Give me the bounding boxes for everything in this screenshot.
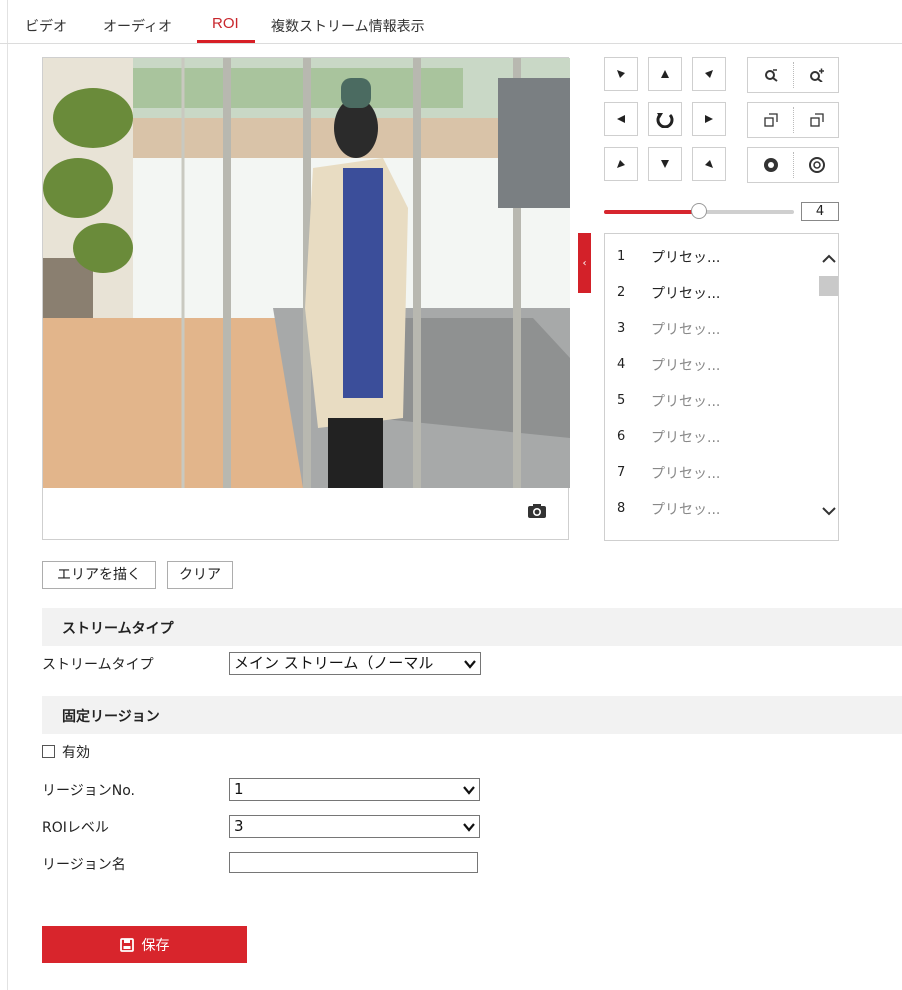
region-no-label: リージョンNo. [42, 783, 135, 799]
preset-item[interactable]: 7 プリセッ... [605, 454, 820, 490]
preset-number: 7 [617, 465, 626, 480]
roi-level-label: ROIレベル [42, 820, 109, 836]
chevron-up-icon[interactable] [822, 254, 836, 264]
section-title: 固定リージョン [62, 709, 160, 725]
region-name-input[interactable] [229, 852, 478, 873]
zoom-group [747, 57, 839, 93]
tab-multi-stream-info[interactable]: 複数ストリーム情報表示 [271, 16, 425, 36]
arrow-up-icon[interactable] [648, 57, 682, 91]
region-no-value: 1 [234, 780, 244, 798]
section-title: ストリームタイプ [62, 621, 174, 637]
clear-button[interactable]: クリア [167, 561, 233, 589]
arrow-down-left-icon[interactable] [604, 147, 638, 181]
ptz-speed-handle[interactable] [691, 203, 707, 219]
preset-list: 1 プリセッ... 2 プリセッ... 3 プリセッ... 4 プリセッ... 5 プリセ… [604, 233, 839, 541]
enable-label: 有効 [62, 745, 90, 761]
preset-item[interactable]: 6 プリセッ... [605, 418, 820, 454]
chevron-down-icon [463, 786, 475, 795]
stream-type-select[interactable]: メイン ストリーム（ノーマル [229, 652, 481, 675]
ptz-speed-value: 4 [801, 202, 839, 221]
arrow-up-left-icon[interactable] [604, 57, 638, 91]
tab-roi[interactable]: ROI [212, 15, 239, 32]
ptz-speed-slider[interactable] [604, 203, 794, 219]
preset-number: 2 [617, 285, 626, 300]
iris-close-icon[interactable] [748, 148, 793, 182]
preset-scrollbar[interactable] [819, 234, 838, 540]
region-no-select[interactable]: 1 [229, 778, 480, 801]
save-button[interactable]: 保存 [42, 926, 247, 963]
preset-number: 6 [617, 429, 626, 444]
preset-item[interactable]: 4 プリセッ... [605, 346, 820, 382]
iris-group [747, 147, 839, 183]
auto-rotate-icon[interactable] [648, 102, 682, 136]
chevron-down-icon[interactable] [822, 506, 836, 516]
preset-name: プリセッ... [651, 250, 721, 266]
tab-bar: ビデオ オーディオ ROI 複数ストリーム情報表示 [0, 0, 902, 44]
arrow-right-icon[interactable] [692, 102, 726, 136]
arrow-down-right-icon[interactable] [692, 147, 726, 181]
preset-number: 3 [617, 321, 626, 336]
preset-item[interactable]: 5 プリセッ... [605, 382, 820, 418]
camera-image [43, 58, 570, 488]
roi-level-select[interactable]: 3 [229, 815, 480, 838]
preset-item[interactable]: 3 プリセッ... [605, 310, 820, 346]
preset-panel-toggle[interactable]: ‹ [578, 233, 591, 293]
region-name-label: リージョン名 [42, 857, 126, 873]
preset-number: 8 [617, 501, 626, 516]
preset-name: プリセッ... [651, 286, 721, 302]
preset-name: プリセッ... [651, 502, 721, 518]
active-tab-indicator [197, 40, 255, 43]
roi-level-value: 3 [234, 817, 244, 835]
preset-name: プリセッ... [651, 322, 721, 338]
left-border [7, 0, 8, 990]
chevron-down-icon [463, 823, 475, 832]
iris-open-icon[interactable] [794, 148, 839, 182]
focus-near-icon[interactable] [748, 103, 793, 137]
preset-name: プリセッ... [651, 358, 721, 374]
preset-number: 1 [617, 249, 626, 264]
focus-group [747, 102, 839, 138]
focus-far-icon[interactable] [794, 103, 839, 137]
arrow-down-icon[interactable] [648, 147, 682, 181]
stream-type-value: メイン ストリーム（ノーマル [234, 654, 434, 672]
preset-name: プリセッ... [651, 430, 721, 446]
preset-name: プリセッ... [651, 394, 721, 410]
preset-scrollbar-thumb[interactable] [819, 276, 838, 296]
section-header-fixed-region: 固定リージョン [42, 696, 902, 734]
preset-item[interactable]: 8 プリセッ... [605, 490, 820, 526]
enable-checkbox[interactable] [42, 745, 55, 758]
ptz-speed-fill [604, 210, 699, 214]
preset-number: 5 [617, 393, 626, 408]
camera-snapshot-icon[interactable] [527, 503, 547, 519]
preset-item[interactable]: 2 プリセッ... [605, 274, 820, 310]
preset-item[interactable]: 1 プリセッ... [605, 238, 820, 274]
save-label: 保存 [141, 937, 170, 954]
zoom-in-icon[interactable] [794, 58, 839, 92]
section-header-stream-type: ストリームタイプ [42, 608, 902, 646]
arrow-up-right-icon[interactable] [692, 57, 726, 91]
tab-video[interactable]: ビデオ [25, 16, 67, 36]
draw-area-button[interactable]: エリアを描く [42, 561, 156, 589]
zoom-out-icon[interactable] [748, 58, 793, 92]
stream-type-label: ストリームタイプ [42, 657, 154, 673]
arrow-left-icon[interactable] [604, 102, 638, 136]
tab-audio[interactable]: オーディオ [103, 16, 172, 36]
chevron-left-icon: ‹ [582, 257, 587, 269]
live-view[interactable] [42, 57, 570, 540]
preset-name: プリセッ... [651, 466, 721, 482]
chevron-down-icon [463, 657, 477, 671]
preset-number: 4 [617, 357, 626, 372]
save-icon [119, 937, 134, 952]
